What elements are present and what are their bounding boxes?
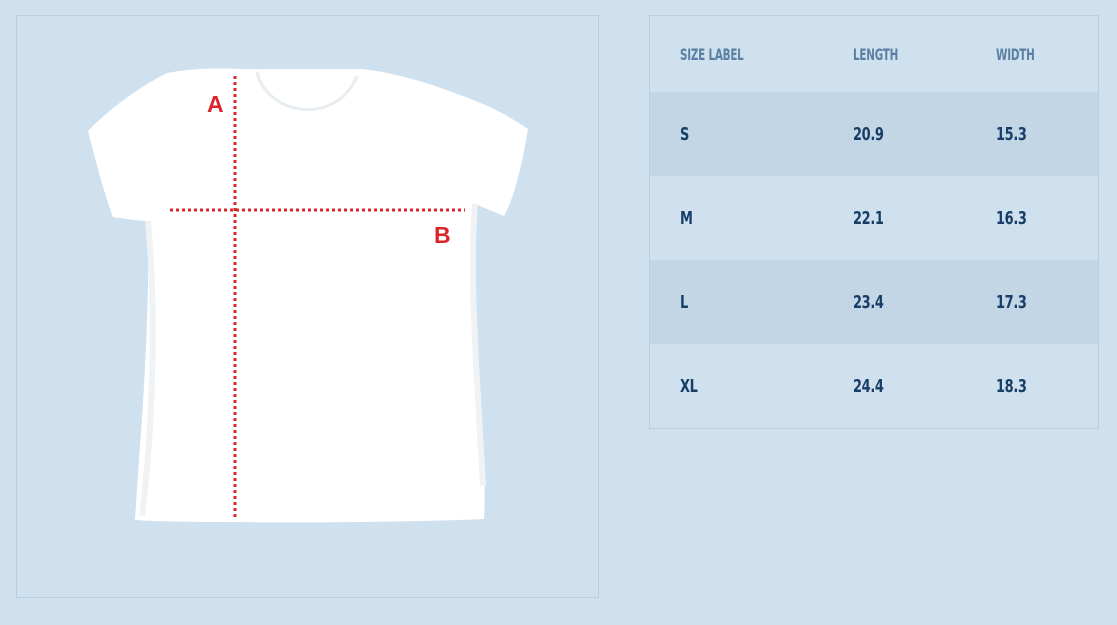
table-row: XL 24.4 18.3	[649, 344, 1099, 429]
cell-length: 23.4	[823, 260, 966, 344]
cell-width: 18.3	[966, 344, 1099, 429]
table-row: M 22.1 16.3	[649, 176, 1099, 260]
marker-b-label: B	[434, 222, 451, 248]
cell-length: 22.1	[823, 176, 966, 260]
cell-width: 15.3	[966, 92, 1099, 176]
table-row: L 23.4 17.3	[649, 260, 1099, 344]
header-size-label: SIZE LABEL	[680, 44, 744, 64]
tshirt-image-panel: A B	[16, 15, 599, 598]
header-length: LENGTH	[853, 44, 899, 64]
tshirt-illustration: A B	[88, 68, 528, 523]
cell-width: 17.3	[966, 260, 1099, 344]
table-row: S 20.9 15.3	[649, 92, 1099, 176]
cell-length: 20.9	[823, 92, 966, 176]
cell-width: 16.3	[966, 176, 1099, 260]
cell-size: M	[649, 176, 823, 260]
cell-length: 24.4	[823, 344, 966, 429]
marker-a-label: A	[207, 91, 224, 117]
cell-size: L	[649, 260, 823, 344]
cell-size: XL	[649, 344, 823, 429]
cell-size: S	[649, 92, 823, 176]
size-chart-table: SIZE LABEL LENGTH WIDTH S 20.9 15.3 M 22…	[649, 15, 1099, 429]
table-header-row: SIZE LABEL LENGTH WIDTH	[650, 16, 1099, 93]
header-width: WIDTH	[996, 44, 1035, 64]
